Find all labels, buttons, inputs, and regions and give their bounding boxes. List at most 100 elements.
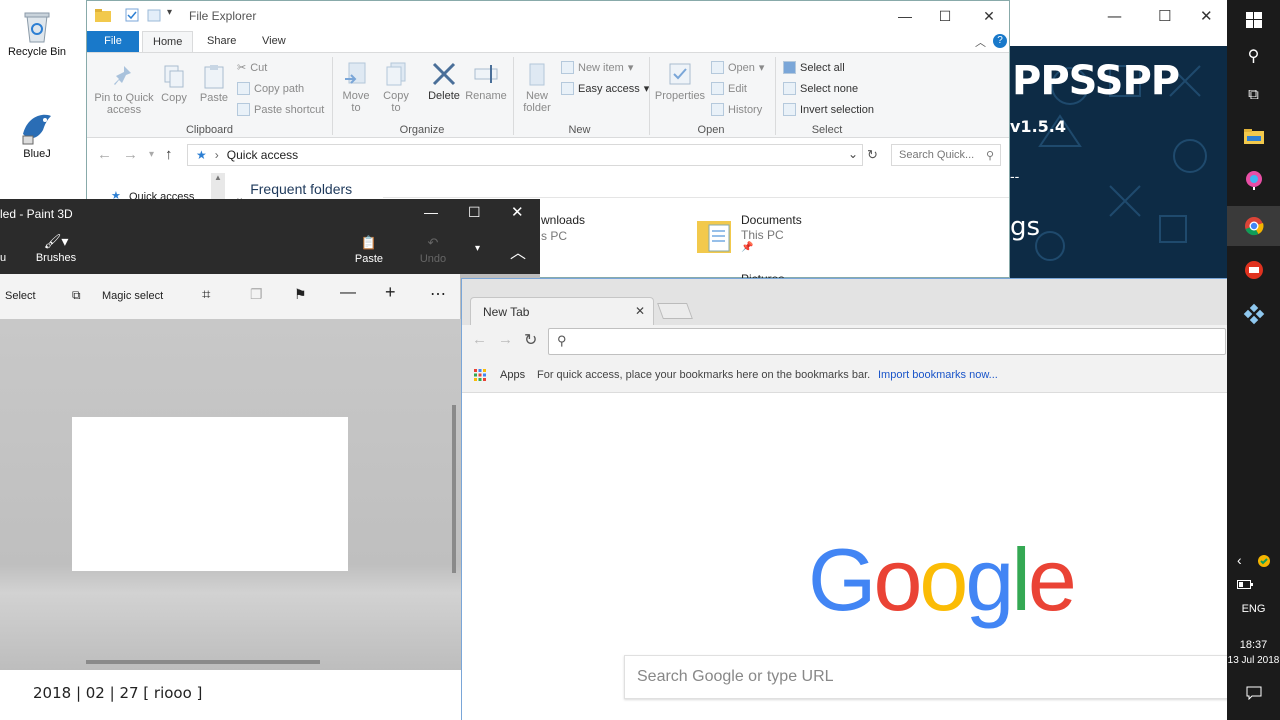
ppsspp-taskbar-icon[interactable] xyxy=(1227,294,1280,334)
chrome-taskbar-icon[interactable] xyxy=(1227,206,1280,246)
pin-quick-access-button[interactable]: Pin to Quick access xyxy=(91,63,157,116)
forward-arrow-icon[interactable]: → xyxy=(123,146,138,163)
file-explorer-taskbar-icon[interactable] xyxy=(1227,116,1280,156)
up-arrow-icon[interactable]: ↑ xyxy=(165,146,173,163)
move-to-icon xyxy=(343,61,369,87)
close-button[interactable]: ✕ xyxy=(1200,7,1213,25)
tab-new-tab[interactable]: New Tab ✕ xyxy=(470,297,654,325)
tab-file[interactable]: File xyxy=(87,31,139,53)
clock-date[interactable]: 13 Jul 2018 xyxy=(1227,655,1280,666)
address-dropdown-icon[interactable]: ⌄ xyxy=(848,147,858,161)
tray-app-icon[interactable] xyxy=(1257,554,1271,571)
logo-letter: l xyxy=(1011,530,1030,629)
close-button[interactable]: ✕ xyxy=(511,203,524,221)
magic-select-tool[interactable]: Magic select xyxy=(102,290,163,302)
maximize-button[interactable]: ☐ xyxy=(923,1,967,31)
properties-quick-icon[interactable] xyxy=(125,8,139,25)
action-center-icon[interactable] xyxy=(1246,686,1262,703)
close-tab-icon[interactable]: ✕ xyxy=(635,304,645,318)
back-arrow-icon[interactable]: ← xyxy=(472,331,487,348)
folder-tile-documents[interactable]: Documents This PC 📌 xyxy=(697,213,877,259)
magic-select-icon[interactable]: ⧉ xyxy=(72,288,81,303)
chevron-down-icon: ▾ xyxy=(627,62,634,74)
paste-button[interactable]: Paste xyxy=(197,63,231,104)
address-bar[interactable]: ★ › Quick access ⌄ xyxy=(187,144,863,166)
open-button[interactable]: Open ▾ xyxy=(711,61,764,74)
task-view-icon[interactable]: ⧉ xyxy=(1227,74,1280,114)
minimize-button[interactable]: — xyxy=(883,1,927,31)
copy-button[interactable]: Copy xyxy=(159,63,189,104)
tab-view[interactable]: View xyxy=(252,31,296,53)
rename-button[interactable]: Rename xyxy=(465,61,507,102)
import-bookmarks-link[interactable]: Import bookmarks now... xyxy=(878,369,998,381)
delete-button[interactable]: Delete xyxy=(425,61,463,102)
forward-arrow-icon[interactable]: → xyxy=(498,331,513,348)
show-hidden-icons-icon[interactable]: ‹ xyxy=(1237,552,1242,568)
paste-shortcut-button[interactable]: Paste shortcut xyxy=(237,103,324,116)
recent-locations-icon[interactable]: ▾ xyxy=(149,149,154,160)
new-tab-button[interactable] xyxy=(657,303,693,319)
horizontal-scrollbar[interactable] xyxy=(86,660,320,664)
easy-access-button[interactable]: Easy access ▾ xyxy=(561,82,649,95)
properties-button[interactable]: Properties xyxy=(653,61,707,102)
maximize-button[interactable]: ☐ xyxy=(1158,7,1171,25)
start-button[interactable] xyxy=(1227,0,1280,40)
reload-icon[interactable]: ↻ xyxy=(524,330,537,350)
copy-to-button[interactable]: Copy to xyxy=(381,61,411,114)
minimize-button[interactable]: — xyxy=(1107,7,1122,25)
search-input[interactable]: Search Quick... ⚲ xyxy=(891,144,1001,166)
history-button[interactable]: History xyxy=(711,103,762,116)
nav-scrollbar[interactable]: ▲ xyxy=(211,173,225,199)
history-dropdown-icon[interactable]: ▾ xyxy=(475,243,480,254)
tab-home[interactable]: Home xyxy=(142,31,194,53)
brushes-button[interactable]: 🖌▾ Brushes xyxy=(30,233,82,264)
apps-grid-icon[interactable] xyxy=(474,369,486,384)
copy-icon[interactable]: ❐ xyxy=(250,286,263,303)
folder-tile-downloads[interactable]: wnloads s PC xyxy=(541,213,585,243)
close-button[interactable]: ✕ xyxy=(967,1,1011,31)
copy-path-button[interactable]: Copy path xyxy=(237,82,304,95)
new-folder-quick-icon[interactable] xyxy=(147,8,161,25)
undo-button[interactable]: ↶ Undo xyxy=(416,235,450,265)
select-all-button[interactable]: Select all xyxy=(783,61,845,74)
battery-icon[interactable] xyxy=(1237,578,1253,592)
tab-share[interactable]: Share xyxy=(197,31,246,53)
select-none-button[interactable]: Select none xyxy=(783,82,858,95)
flag-icon[interactable]: ⚑ xyxy=(294,286,307,303)
cut-button[interactable]: ✂ Cut xyxy=(237,61,267,75)
customize-quick-access-icon[interactable]: ▾ xyxy=(167,7,172,18)
move-to-button[interactable]: Move to xyxy=(341,61,371,114)
scroll-up-icon[interactable]: ▲ xyxy=(211,173,225,182)
crop-icon[interactable]: ⌗ xyxy=(202,286,210,303)
ppsspp-menu-partial[interactable]: gs xyxy=(1010,212,1040,242)
ntp-search-box[interactable]: Search Google or type URL xyxy=(624,655,1228,699)
more-options-icon[interactable]: ⋯ xyxy=(430,284,446,304)
paint3d-taskbar-icon[interactable] xyxy=(1227,160,1280,200)
clock-time[interactable]: 18:37 xyxy=(1227,639,1280,651)
refresh-icon[interactable]: ↻ xyxy=(867,147,878,163)
vertical-scrollbar[interactable] xyxy=(452,405,456,573)
minimize-button[interactable]: — xyxy=(424,204,438,220)
select-tool[interactable]: Select xyxy=(5,290,36,302)
app-taskbar-icon-red[interactable] xyxy=(1227,250,1280,290)
invert-selection-button[interactable]: Invert selection xyxy=(783,103,874,116)
help-icon[interactable]: ? xyxy=(993,34,1007,48)
maximize-button[interactable]: ☐ xyxy=(468,204,481,221)
apps-link[interactable]: Apps xyxy=(500,369,525,381)
desktop-icon-recycle-bin[interactable]: Recycle Bin xyxy=(4,8,70,58)
drawing-canvas[interactable] xyxy=(72,417,348,571)
menu-label-partial[interactable]: u xyxy=(0,252,6,264)
edit-button[interactable]: Edit xyxy=(711,82,747,95)
collapse-panel-icon[interactable]: ︿ xyxy=(510,239,526,263)
desktop-icon-bluej[interactable]: BlueJ xyxy=(4,110,70,160)
omnibox[interactable]: ⚲ xyxy=(548,328,1226,355)
back-arrow-icon[interactable]: ← xyxy=(97,146,112,163)
zoom-out-icon[interactable]: — xyxy=(340,284,356,302)
zoom-in-icon[interactable]: + xyxy=(385,282,396,303)
collapse-ribbon-icon[interactable]: ︿ xyxy=(975,34,986,50)
new-folder-button[interactable]: New folder xyxy=(519,61,555,114)
language-indicator[interactable]: ENG xyxy=(1227,603,1280,615)
search-icon[interactable]: ⚲ xyxy=(1227,36,1280,76)
new-item-button[interactable]: New item ▾ xyxy=(561,61,633,74)
paste-button[interactable]: 📋 Paste xyxy=(352,235,386,265)
